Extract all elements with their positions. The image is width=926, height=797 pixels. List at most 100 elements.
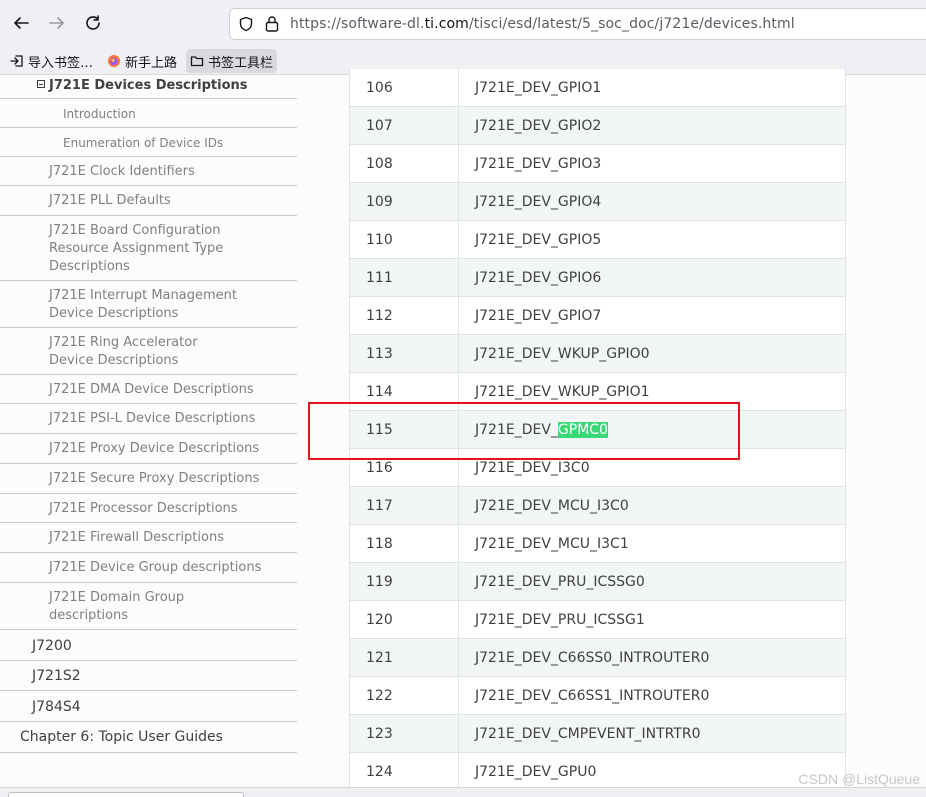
device-id-cell: 106 [366,80,393,96]
url-text[interactable]: https://software-dl.ti.com/tisci/esd/lat… [290,16,795,32]
device-name-text: J721E_DEV_GPIO3 [475,156,602,172]
device-name-cell: J721E_DEV_MCU_I3C1 [475,536,629,552]
folder-icon [190,56,204,67]
back-button[interactable] [6,8,36,38]
device-id-cell: 123 [366,726,393,742]
device-name-text: J721E_DEV_GPIO5 [475,232,602,248]
firefox-icon [108,55,120,67]
column-divider [458,525,459,562]
arrow-right-icon [49,17,64,29]
table-row: 118 J721E_DEV_MCU_I3C1 [350,525,845,563]
device-name-text: J721E_DEV_WKUP_GPIO1 [475,384,650,400]
device-name-text: J721E_DEV_MCU_I3C1 [475,536,629,552]
sidebar-item-dma[interactable]: J721E DMA Device Descriptions [0,375,297,404]
address-bar[interactable]: https://software-dl.ti.com/tisci/esd/lat… [229,8,926,40]
device-name-cell: J721E_DEV_C66SS1_INTROUTER0 [475,688,709,704]
sidebar-item-domain-group[interactable]: J721E Domain Group descriptions [0,583,297,630]
watermark: CSDN @ListQueue [798,771,920,787]
device-name-text: J721E_DEV_PRU_ICSSG0 [475,574,645,590]
device-name-cell: J721E_DEV_GPIO4 [475,194,601,210]
column-divider [458,69,459,106]
sidebar-item-device-group[interactable]: J721E Device Group descriptions [0,553,297,583]
table-row: 110 J721E_DEV_GPIO5 [350,221,845,259]
device-name-text: J721E_DEV_GPU0 [475,764,597,780]
device-name-text: J721E_DEV_C66SS0_INTROUTER0 [475,650,710,666]
device-name-text: J721E_DEV_I3C0 [475,460,590,476]
table-row: 113 J721E_DEV_WKUP_GPIO0 [350,335,845,373]
sidebar-item-psil[interactable]: J721E PSI-L Device Descriptions [0,404,297,434]
bookmark-import[interactable]: 导入书签… [6,49,97,73]
device-id-cell: 120 [366,612,393,628]
bookmark-toolbar-folder[interactable]: 书签工具栏 [186,49,278,73]
sidebar-item-proxy[interactable]: J721E Proxy Device Descriptions [0,434,297,464]
column-divider [458,601,459,638]
device-id-cell: 119 [366,574,393,590]
device-id-cell: 111 [366,270,393,286]
device-id-cell: 113 [366,346,393,362]
sidebar-item-secure-proxy[interactable]: J721E Secure Proxy Descriptions [0,464,297,494]
device-id-cell: 112 [366,308,393,324]
sidebar-item-board-config[interactable]: J721E Board Configuration Resource Assig… [0,216,297,281]
device-name-cell: J721E_DEV_GPIO3 [475,156,601,172]
device-name-cell: J721E_DEV_PRU_ICSSG0 [475,574,645,590]
device-name-cell: J721E_DEV_CMPEVENT_INTRTR0 [475,726,701,742]
arrow-left-icon [14,17,29,29]
sidebar-item-j784s4[interactable]: J784S4 [0,691,297,722]
device-name-cell: J721E_DEV_GPIO6 [475,270,601,286]
device-name-cell: J721E_DEV_GPIO7 [475,308,601,324]
device-name-text: J721E_DEV_WKUP_GPIO0 [475,346,650,362]
device-name-cell: J721E_DEV_GPIO2 [475,118,601,134]
collapse-icon[interactable] [37,80,45,88]
sidebar-item-pll[interactable]: J721E PLL Defaults [0,186,297,216]
device-id-cell: 116 [366,460,393,476]
table-row: 109 J721E_DEV_GPIO4 [350,183,845,221]
device-name-cell: J721E_DEV_GPIO5 [475,232,601,248]
sidebar-item-j7200[interactable]: J7200 [0,630,297,661]
column-divider [458,297,459,334]
sidebar-item-processor[interactable]: J721E Processor Descriptions [0,494,297,523]
device-name-cell: J721E_DEV_GPIO1 [475,80,601,96]
table-row: 107 J721E_DEV_GPIO2 [350,107,845,145]
table-row: 119 J721E_DEV_PRU_ICSSG0 [350,563,845,601]
device-name-text: J721E_DEV_CMPEVENT_INTRTR0 [475,726,701,742]
lock-icon[interactable] [264,15,280,33]
sidebar-item-j721s2[interactable]: J721S2 [0,661,297,691]
device-name-cell: J721E_DEV_C66SS0_INTROUTER0 [475,650,709,666]
device-id-cell: 114 [366,384,393,400]
sidebar-current-item[interactable]: J721E Devices Descriptions [0,75,297,99]
table-row: 120 J721E_DEV_PRU_ICSSG1 [350,601,845,639]
device-name-cell: J721E_DEV_I3C0 [475,460,590,476]
sidebar-item-introduction[interactable]: Introduction [0,99,297,128]
sidebar-item-firewall[interactable]: J721E Firewall Descriptions [0,523,297,553]
reload-button[interactable] [78,8,108,38]
sidebar-item-ring-accel[interactable]: J721E Ring Accelerator Device Descriptio… [0,328,297,375]
column-divider [458,145,459,182]
table-row: 106 J721E_DEV_GPIO1 [350,69,845,107]
column-divider [458,715,459,752]
sidebar-item-enumeration[interactable]: Enumeration of Device IDs [0,128,297,157]
device-id-cell: 118 [366,536,393,552]
device-id-cell: 110 [366,232,393,248]
sidebar-item-interrupt[interactable]: J721E Interrupt Management Device Descri… [0,281,297,328]
sidebar-item-chapter6[interactable]: Chapter 6: Topic User Guides [0,722,297,753]
column-divider [458,335,459,372]
forward-button[interactable] [42,8,72,38]
device-name-text: J721E_DEV_GPIO1 [475,80,602,96]
shield-icon[interactable] [238,16,254,32]
device-id-cell: 124 [366,764,393,780]
bookmark-getting-started[interactable]: 新手上路 [103,49,181,73]
column-divider [458,259,459,296]
device-id-cell: 109 [366,194,393,210]
sidebar-item-clock[interactable]: J721E Clock Identifiers [0,157,297,186]
device-id-cell: 108 [366,156,393,172]
table-row: 124 J721E_DEV_GPU0 [350,753,845,791]
table-row: 108 J721E_DEV_GPIO3 [350,145,845,183]
device-name-text: J721E_DEV_GPIO6 [475,270,602,286]
device-name-text: J721E_DEV_MCU_I3C0 [475,498,629,514]
reload-icon [86,15,100,30]
device-name-cell: J721E_DEV_WKUP_GPIO1 [475,384,650,400]
device-id-cell: 117 [366,498,393,514]
device-name-text: J721E_DEV_GPIO7 [475,308,602,324]
device-name-cell: J721E_DEV_WKUP_GPIO0 [475,346,650,362]
import-icon [10,55,23,67]
